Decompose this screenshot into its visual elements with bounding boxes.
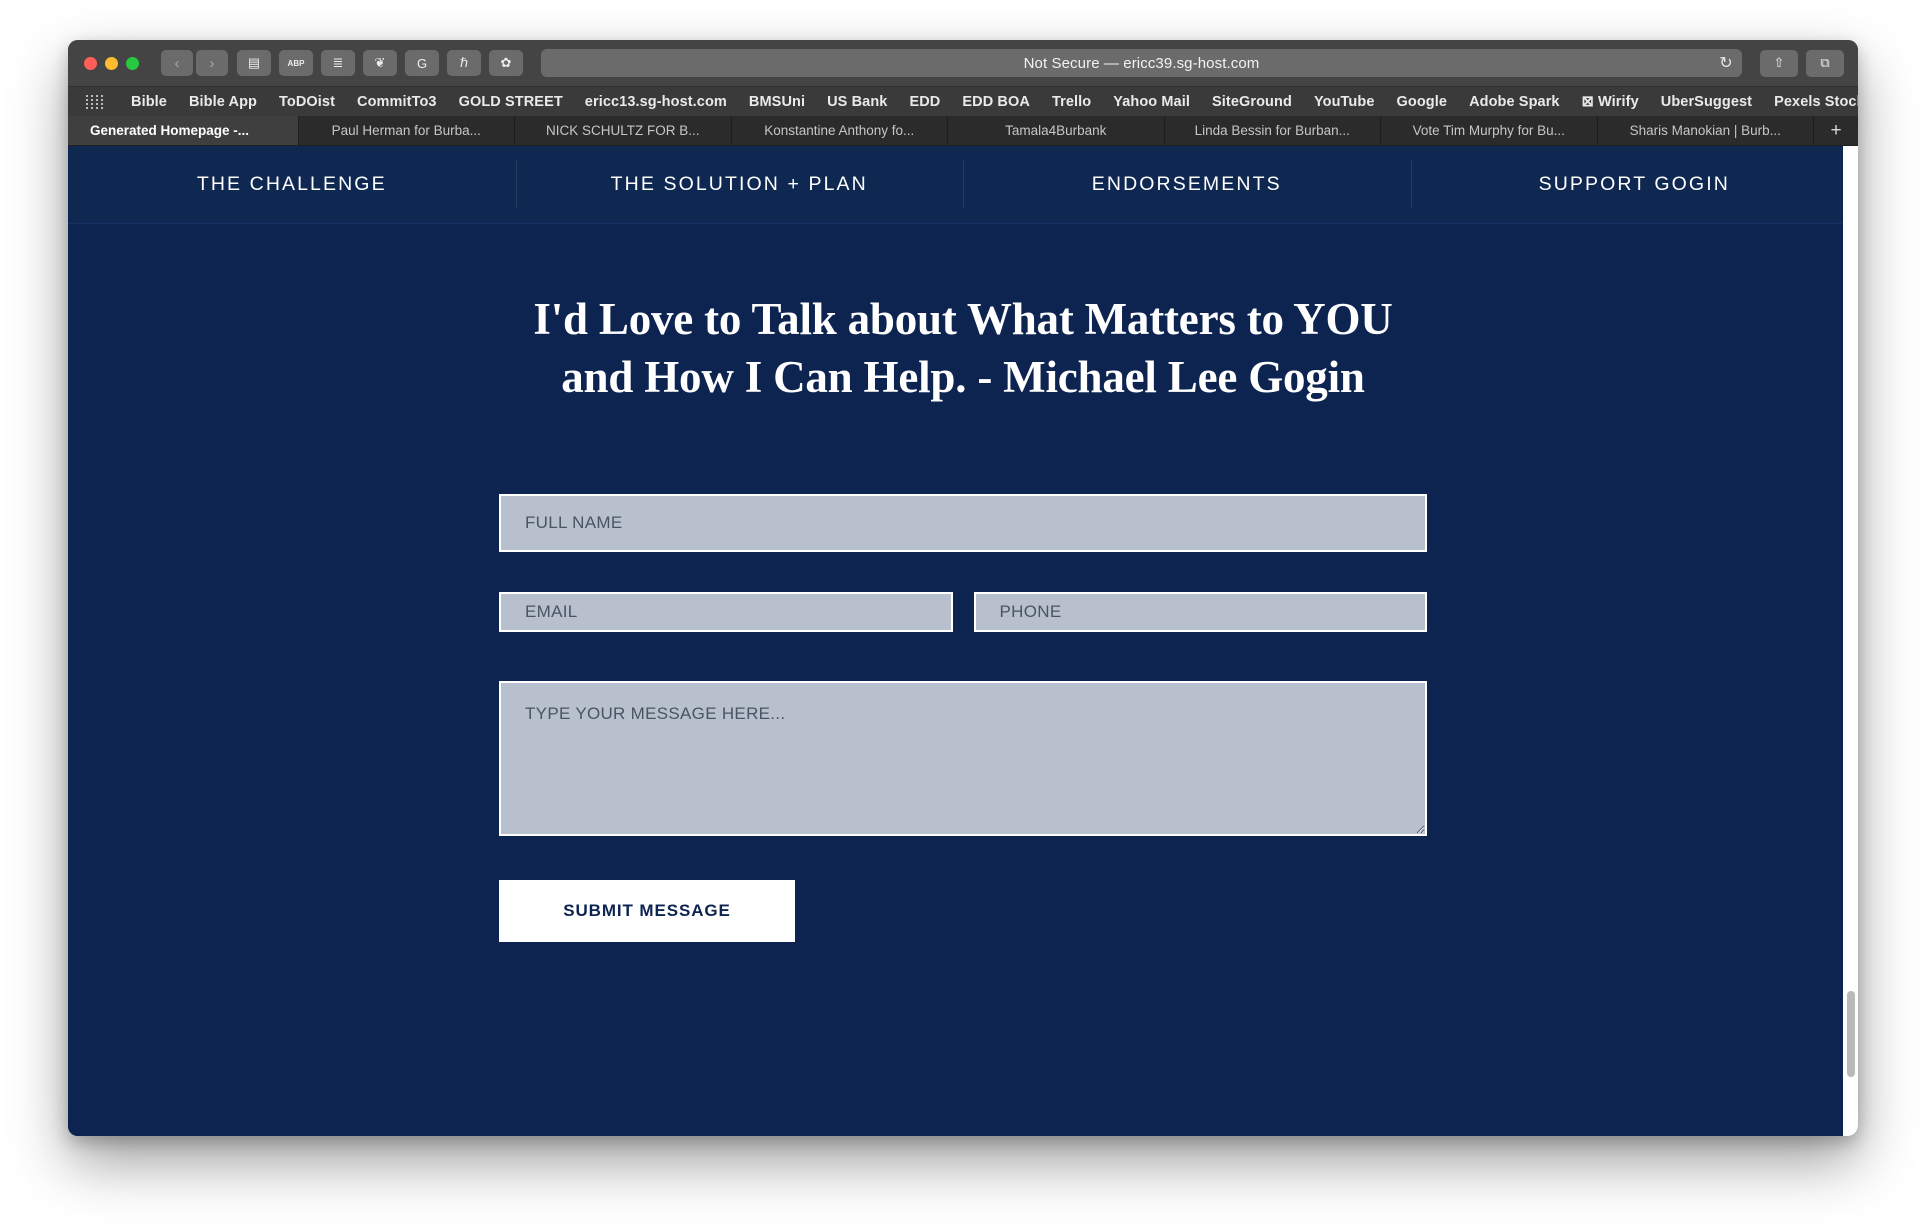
phone-input[interactable] xyxy=(973,592,1427,633)
bookmark-ericc13[interactable]: ericc13.sg-host.com xyxy=(574,94,738,110)
evernote-clipper-button[interactable]: ❦ xyxy=(363,50,397,76)
tab-generated-homepage[interactable]: Generated Homepage -... xyxy=(68,116,299,145)
bookmark-youtube[interactable]: YouTube xyxy=(1303,94,1386,110)
adblock-plus-icon: ABP xyxy=(287,58,305,68)
sidebar-icon: ▤ xyxy=(247,55,261,70)
bookmark-bible[interactable]: Bible xyxy=(120,94,178,110)
url-text: Not Secure — ericc39.sg-host.com xyxy=(1023,54,1260,72)
reload-icon[interactable]: ↻ xyxy=(1716,53,1736,73)
window-controls xyxy=(84,56,139,70)
chevron-left-icon: ‹ xyxy=(174,54,180,72)
browser-toolbar: ‹ › ▤ ABP ≣ ❦ G ℏ ✿ Not Secure — ericc39… xyxy=(68,40,1858,86)
nav-item-the-challenge[interactable]: THE CHALLENGE xyxy=(68,146,516,223)
pocket-icon: ≣ xyxy=(332,55,344,70)
submit-message-button[interactable]: SUBMIT MESSAGE xyxy=(499,880,795,943)
apps-grid-icon[interactable] xyxy=(86,94,106,109)
share-icon: ⇧ xyxy=(1773,55,1785,70)
evernote-icon: ✿ xyxy=(500,55,512,70)
bookmark-pexels-stock[interactable]: Pexels Stock xyxy=(1763,94,1858,110)
bookmark-edd-boa[interactable]: EDD BOA xyxy=(951,94,1041,110)
honey-icon: ℏ xyxy=(459,55,469,70)
nav-item-the-solution-plan[interactable]: THE SOLUTION + PLAN xyxy=(515,146,964,223)
close-window-button[interactable] xyxy=(84,56,97,70)
adblock-plus-button[interactable]: ABP xyxy=(279,50,313,76)
contact-form: SUBMIT MESSAGE xyxy=(499,406,1427,943)
nav-item-endorsements[interactable]: ENDORSEMENTS xyxy=(963,146,1411,223)
tab-linda-bessin[interactable]: Linda Bessin for Burban... xyxy=(1164,116,1381,145)
back-button[interactable]: ‹ xyxy=(161,50,193,76)
evernote-button[interactable]: ✿ xyxy=(489,50,523,76)
page-content: I'd Love to Talk about What Matters to Y… xyxy=(68,224,1858,1135)
full-name-input[interactable] xyxy=(499,494,1427,553)
minimize-window-button[interactable] xyxy=(105,56,118,70)
page-scrollbar[interactable] xyxy=(1843,146,1858,1136)
bookmark-committo3[interactable]: CommitTo3 xyxy=(346,94,448,110)
site-navigation: THE CHALLENGE THE SOLUTION + PLAN ENDORS… xyxy=(68,146,1858,224)
bookmark-todoist[interactable]: ToDOist xyxy=(268,94,346,110)
desktop-backdrop: ‹ › ▤ ABP ≣ ❦ G ℏ ✿ Not Secure — ericc39… xyxy=(0,0,1920,1224)
tab-bar: Generated Homepage -... Paul Herman for … xyxy=(68,116,1858,146)
bookmark-us-bank[interactable]: US Bank xyxy=(816,94,898,110)
tab-tamala4burbank[interactable]: Tamala4Burbank xyxy=(948,116,1165,145)
message-textarea[interactable] xyxy=(499,681,1427,837)
bookmark-wirify[interactable]: ⊠ Wirify xyxy=(1571,94,1650,110)
headline-line-1: I'd Love to Talk about What Matters to Y… xyxy=(533,294,1393,344)
sidebar-toggle-button[interactable]: ▤ xyxy=(237,50,271,76)
headline-line-2: and How I Can Help. - Michael Lee Gogin xyxy=(561,352,1365,403)
bookmark-yahoo-mail[interactable]: Yahoo Mail xyxy=(1102,94,1201,110)
bookmark-ubersuggest[interactable]: UberSuggest xyxy=(1650,94,1763,110)
zoom-window-button[interactable] xyxy=(126,56,139,70)
email-phone-row xyxy=(499,592,1427,633)
bookmark-bmsuni[interactable]: BMSUni xyxy=(738,94,816,110)
tab-overview-icon: ⧉ xyxy=(1820,55,1830,70)
evernote-clipper-icon: ❦ xyxy=(374,55,386,70)
new-tab-button[interactable]: + xyxy=(1814,116,1858,145)
bookmark-bible-app[interactable]: Bible App xyxy=(178,94,268,110)
tab-sharis-manokian[interactable]: Sharis Manokian | Burb... xyxy=(1597,116,1814,145)
honey-button[interactable]: ℏ xyxy=(447,50,481,76)
page-headline: I'd Love to Talk about What Matters to Y… xyxy=(68,224,1858,406)
address-bar[interactable]: Not Secure — ericc39.sg-host.com ↻ xyxy=(541,49,1742,77)
chevron-right-icon: › xyxy=(209,54,215,72)
tab-nick-schultz[interactable]: NICK SCHULTZ FOR B... xyxy=(515,116,732,145)
tab-overview-button[interactable]: ⧉ xyxy=(1806,49,1844,77)
grammarly-button[interactable]: G xyxy=(405,50,439,76)
email-input[interactable] xyxy=(499,592,953,633)
bookmark-google[interactable]: Google xyxy=(1386,94,1459,110)
grammarly-icon: G xyxy=(416,55,428,71)
page-scrollbar-thumb[interactable] xyxy=(1847,991,1855,1077)
bookmark-edd[interactable]: EDD xyxy=(898,94,951,110)
pocket-button[interactable]: ≣ xyxy=(321,50,355,76)
bookmark-adobe-spark[interactable]: Adobe Spark xyxy=(1458,94,1571,110)
bookmarks-bar: Bible Bible App ToDOist CommitTo3 GOLD S… xyxy=(68,86,1858,116)
bookmark-gold-street[interactable]: GOLD STREET xyxy=(448,94,574,110)
toolbar-right-buttons: ⇧ ⧉ xyxy=(1760,49,1844,77)
page-viewport: THE CHALLENGE THE SOLUTION + PLAN ENDORS… xyxy=(68,146,1858,1136)
tab-konstantine-anthony[interactable]: Konstantine Anthony fo... xyxy=(731,116,948,145)
tab-paul-herman[interactable]: Paul Herman for Burba... xyxy=(298,116,515,145)
safari-browser-window: ‹ › ▤ ABP ≣ ❦ G ℏ ✿ Not Secure — ericc39… xyxy=(68,40,1858,1136)
bookmark-trello[interactable]: Trello xyxy=(1041,94,1102,110)
tab-tim-murphy[interactable]: Vote Tim Murphy for Bu... xyxy=(1381,116,1598,145)
forward-button[interactable]: › xyxy=(196,50,228,76)
bookmark-siteground[interactable]: SiteGround xyxy=(1201,94,1303,110)
share-button[interactable]: ⇧ xyxy=(1760,49,1798,77)
navigation-buttons: ‹ › xyxy=(161,50,228,76)
nav-item-support-gogin[interactable]: SUPPORT GOGIN xyxy=(1410,146,1859,223)
